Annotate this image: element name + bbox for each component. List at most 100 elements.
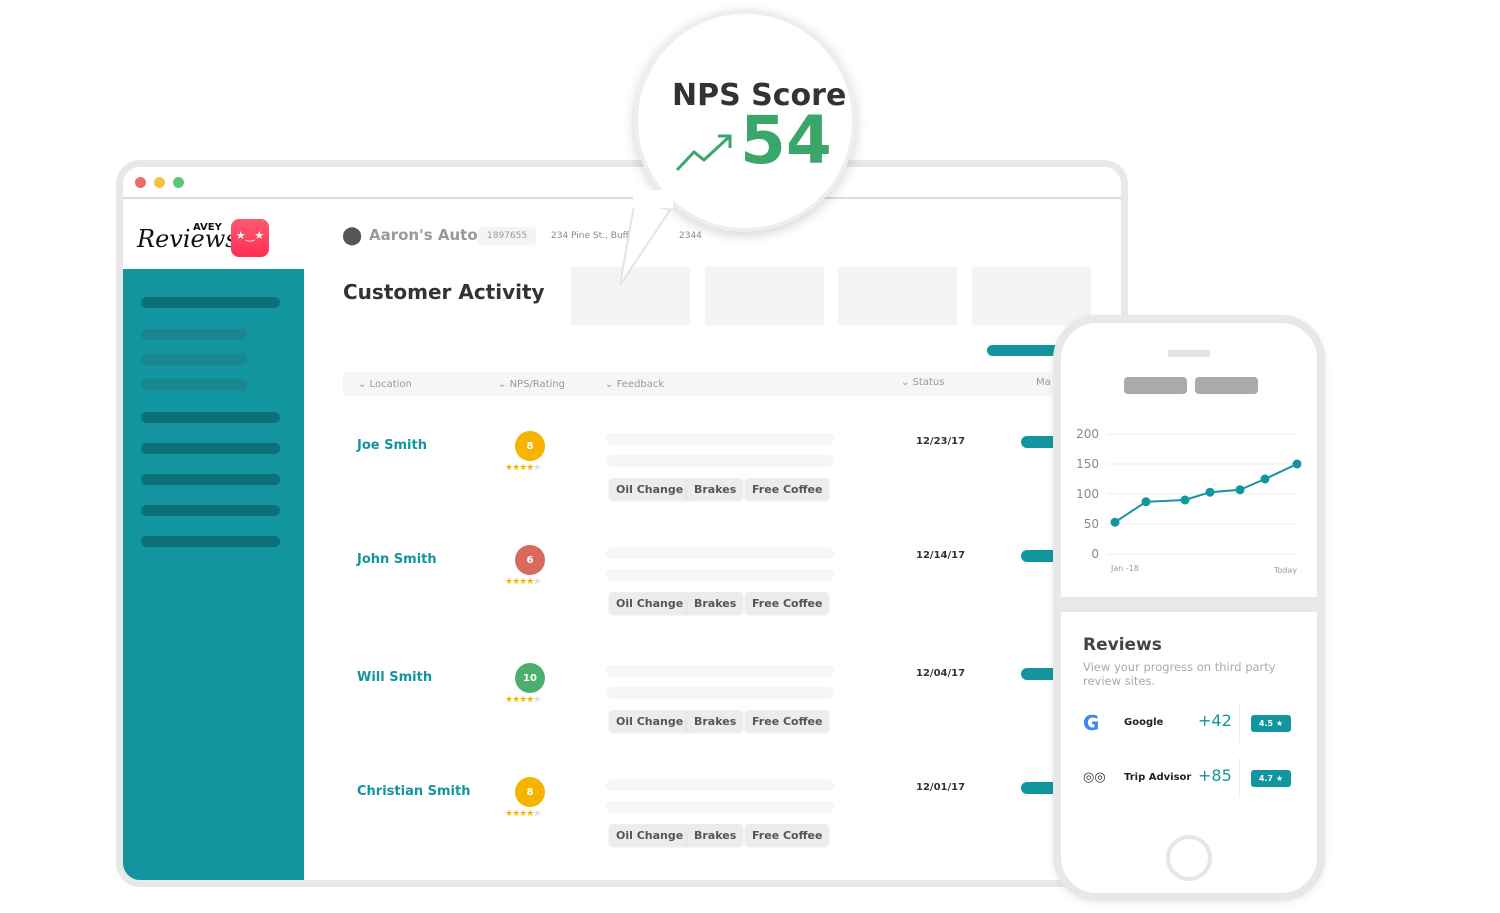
- nps-badge: 8: [515, 431, 545, 461]
- y-tick-label: 150: [1076, 457, 1099, 471]
- column-status[interactable]: ⌄ Status: [901, 377, 944, 388]
- status-date: 12/01/17: [916, 782, 966, 793]
- phone-speaker: [1168, 350, 1210, 357]
- stat-card: [705, 267, 824, 325]
- data-point[interactable]: [1292, 459, 1302, 469]
- y-tick-label: 200: [1076, 427, 1099, 441]
- rating-badge: 4.5 ★: [1251, 715, 1291, 732]
- customer-name[interactable]: Will Smith: [357, 670, 432, 685]
- column-nps[interactable]: ⌄ NPS/Rating: [498, 379, 565, 390]
- phone: 200 150 100 50 0 Jan -18 Today Reviews View yo…: [1053, 315, 1325, 901]
- table-header: ⌄ Location ⌄ NPS/Rating ⌄ Feedback ⌄ Sta…: [343, 372, 1063, 396]
- x-tick-label: Today: [1273, 566, 1297, 575]
- site-change: +42: [1198, 711, 1232, 730]
- sidebar-item[interactable]: [141, 354, 247, 365]
- rating-badge: 4.7 ★: [1251, 770, 1291, 787]
- site-change: +85: [1198, 766, 1232, 785]
- reviews-title: Reviews: [1083, 635, 1162, 655]
- feedback-placeholder: [606, 665, 834, 677]
- star-rating: ★★★★★: [505, 577, 541, 587]
- data-point[interactable]: [1110, 517, 1120, 527]
- maximize-dot[interactable]: [173, 177, 184, 188]
- feedback-tag[interactable]: Brakes: [687, 592, 744, 614]
- logo: Reviews AVEY ★‿★: [137, 219, 277, 263]
- location-pin-icon: ⬤: [342, 225, 363, 246]
- feedback-tag[interactable]: Oil Change: [609, 824, 691, 846]
- toggle-button[interactable]: [1195, 377, 1258, 394]
- star-rating: ★★★★★: [505, 809, 541, 819]
- feedback-placeholder: [606, 801, 834, 813]
- stat-card: [838, 267, 957, 325]
- location-id: 1897655: [478, 227, 537, 245]
- feedback-tag[interactable]: Oil Change: [609, 710, 691, 732]
- address-tail: 2344: [679, 231, 702, 241]
- data-point[interactable]: [1260, 474, 1270, 484]
- star-rating: ★★★★★: [505, 463, 541, 473]
- nps-badge: 10: [515, 663, 545, 693]
- trend-up-icon: [675, 134, 732, 172]
- customer-name[interactable]: Christian Smith: [357, 784, 470, 799]
- divider: [1061, 597, 1317, 612]
- close-dot[interactable]: [135, 177, 146, 188]
- data-point[interactable]: [1141, 497, 1151, 507]
- feedback-tag[interactable]: Oil Change: [609, 592, 691, 614]
- feedback-tag[interactable]: Brakes: [687, 478, 744, 500]
- sidebar-item[interactable]: [141, 505, 280, 516]
- feedback-placeholder: [606, 779, 834, 791]
- star-rating: ★★★★★: [505, 695, 541, 705]
- site-name: Google: [1124, 717, 1164, 728]
- feedback-placeholder: [606, 687, 834, 699]
- sidebar-item[interactable]: [141, 297, 280, 308]
- feedback-placeholder: [606, 455, 834, 467]
- sidebar-item[interactable]: [141, 474, 280, 485]
- feedback-tag[interactable]: Free Coffee: [745, 592, 830, 614]
- site-name: Trip Advisor: [1124, 772, 1192, 783]
- feedback-placeholder: [606, 569, 834, 581]
- feedback-placeholder: [606, 433, 834, 445]
- home-button[interactable]: [1166, 835, 1212, 881]
- reviews-subtitle: View your progress on third party review…: [1083, 660, 1276, 688]
- y-tick-label: 50: [1084, 517, 1099, 531]
- tripadvisor-icon: ◎◎: [1083, 770, 1106, 785]
- sidebar-item[interactable]: [141, 412, 280, 423]
- sidebar: [123, 269, 304, 880]
- page-title: Customer Activity: [343, 280, 545, 304]
- status-date: 12/04/17: [916, 668, 966, 679]
- sidebar-item[interactable]: [141, 329, 247, 340]
- sidebar-item[interactable]: [141, 536, 280, 547]
- line-chart: 200 150 100 50 0 Jan -18 Today: [1076, 427, 1302, 575]
- customer-name[interactable]: Joe Smith: [357, 438, 427, 453]
- column-more[interactable]: Ma: [1036, 377, 1051, 388]
- data-point[interactable]: [1205, 487, 1215, 497]
- status-date: 12/14/17: [916, 550, 966, 561]
- feedback-tag[interactable]: Brakes: [687, 710, 744, 732]
- customer-name[interactable]: John Smith: [357, 552, 437, 567]
- column-feedback[interactable]: ⌄ Feedback: [605, 379, 664, 390]
- bubble-tail: [619, 190, 673, 286]
- column-location[interactable]: ⌄ Location: [358, 379, 412, 390]
- minimize-dot[interactable]: [154, 177, 165, 188]
- feedback-tag[interactable]: Free Coffee: [745, 824, 830, 846]
- feedback-tag[interactable]: Brakes: [687, 824, 744, 846]
- location-name[interactable]: Aaron's Auto: [369, 226, 478, 244]
- google-icon: G: [1083, 711, 1100, 735]
- toggle-button[interactable]: [1124, 377, 1187, 394]
- y-tick-label: 0: [1091, 547, 1099, 561]
- feedback-tag[interactable]: Oil Change: [609, 478, 691, 500]
- stat-card: [972, 267, 1091, 325]
- nps-badge: 8: [515, 777, 545, 807]
- status-date: 12/23/17: [916, 436, 966, 447]
- data-point[interactable]: [1180, 495, 1190, 505]
- nps-value: 54: [740, 102, 832, 179]
- sidebar-item[interactable]: [141, 379, 247, 390]
- feedback-tag[interactable]: Free Coffee: [745, 478, 830, 500]
- divider: [1239, 758, 1240, 798]
- y-tick-label: 100: [1076, 487, 1099, 501]
- sidebar-item[interactable]: [141, 443, 280, 454]
- nps-badge: 6: [515, 545, 545, 575]
- divider: [1239, 703, 1240, 743]
- x-tick-label: Jan -18: [1110, 564, 1139, 573]
- feedback-tag[interactable]: Free Coffee: [745, 710, 830, 732]
- data-point[interactable]: [1235, 485, 1245, 495]
- feedback-placeholder: [606, 547, 834, 559]
